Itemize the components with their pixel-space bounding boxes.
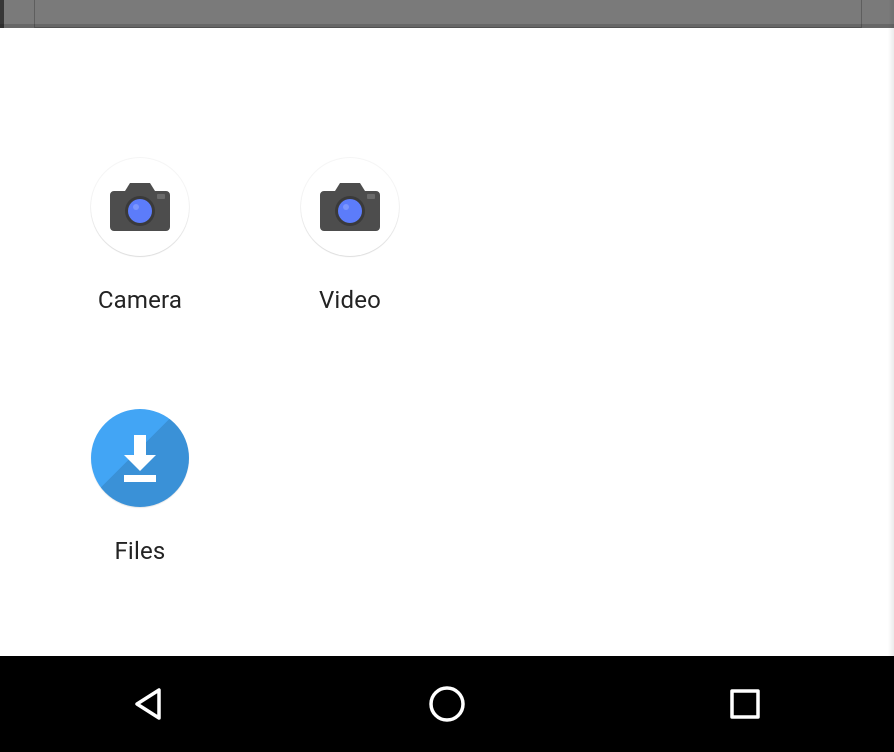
- dimmed-backdrop: [0, 0, 894, 28]
- viewport: Camera Video: [0, 0, 894, 752]
- download-icon: [91, 409, 189, 507]
- nav-recent-button[interactable]: [665, 656, 825, 752]
- chooser-option-label: Video: [319, 286, 381, 314]
- recent-icon: [725, 684, 765, 724]
- chooser-option-label: Camera: [98, 286, 182, 314]
- chooser-sheet: Camera Video: [0, 28, 894, 656]
- nav-back-button[interactable]: [69, 656, 229, 752]
- home-icon: [425, 682, 469, 726]
- chooser-grid: Camera Video: [60, 158, 894, 565]
- navigation-bar: [0, 656, 894, 752]
- chooser-option-video[interactable]: Video: [270, 158, 430, 314]
- chooser-option-files[interactable]: Files: [60, 409, 220, 565]
- nav-home-button[interactable]: [367, 656, 527, 752]
- chooser-option-camera[interactable]: Camera: [60, 158, 220, 314]
- chooser-option-label: Files: [114, 537, 165, 565]
- camera-icon: [301, 158, 399, 256]
- back-icon: [127, 682, 171, 726]
- camera-icon: [91, 158, 189, 256]
